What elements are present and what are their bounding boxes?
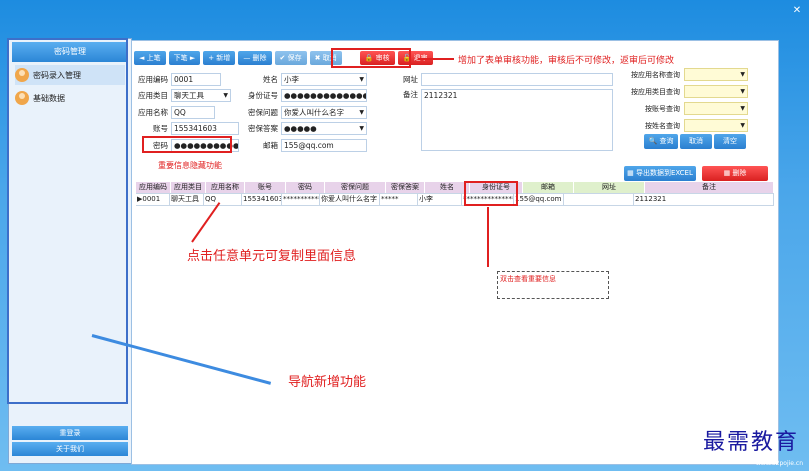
- remark-field[interactable]: 2112321: [421, 89, 613, 151]
- query-account-select[interactable]: ▼: [684, 102, 748, 115]
- query-account-label: 按账号查询: [645, 104, 680, 113]
- app-code-label: 应用编码: [138, 75, 168, 84]
- app-code-field[interactable]: 0001: [171, 73, 221, 86]
- query-clear-button[interactable]: 清空: [714, 134, 746, 149]
- search-button[interactable]: 🔍 查询: [644, 134, 678, 149]
- table-cell[interactable]: 聊天工具: [170, 194, 204, 205]
- question-select[interactable]: 你爱人叫什么名字: [281, 106, 367, 119]
- app-name-label: 应用名称: [138, 108, 168, 117]
- nav-note: 导航新增功能: [288, 375, 367, 390]
- audit-arrow: [418, 58, 454, 60]
- dblclick-arrow: [487, 207, 489, 267]
- query-name-label: 按姓名查询: [645, 121, 680, 130]
- hide-note: 重要信息隐藏功能: [158, 161, 222, 170]
- column-header[interactable]: 账号: [245, 182, 286, 193]
- column-header[interactable]: 密保答案: [386, 182, 425, 193]
- table-cell[interactable]: 2112321: [634, 194, 774, 205]
- sidebar-item-basic-data[interactable]: 基础数据: [15, 88, 125, 108]
- copy-arrow: [191, 202, 221, 243]
- main-panel: ◄ 上笔 下笔 ► + 新增 — 删除 ✔ 保存 ✖ 取消 🔒 审核 🔓 退审 …: [131, 40, 779, 465]
- table-cell[interactable]: 155341603: [242, 194, 282, 205]
- sidebar-item-label: 密码录入管理: [33, 70, 81, 80]
- question-label: 密保问题: [248, 108, 278, 117]
- query-name-select[interactable]: ▼: [684, 119, 748, 132]
- email-field[interactable]: 155@qq.com: [281, 139, 367, 152]
- column-header[interactable]: 密保问题: [325, 182, 386, 193]
- sidebar-header[interactable]: 密码管理: [12, 42, 128, 62]
- export-excel-button[interactable]: ▦ 导出数据到EXCEL: [624, 166, 696, 181]
- save-button[interactable]: ✔ 保存: [274, 51, 307, 65]
- column-header[interactable]: 邮箱: [523, 182, 574, 193]
- column-header[interactable]: 密码: [286, 182, 325, 193]
- sidebar: 密码管理 密码录入管理 基础数据 重登录 关于我们: [8, 38, 132, 464]
- remark-label: 备注: [403, 90, 418, 99]
- user-icon: [15, 91, 29, 105]
- column-header[interactable]: 网址: [574, 182, 645, 193]
- app-window: ✕ 密码管理 密码录入管理 基础数据 重登录 关于我们 ◄ 上笔 下笔 ► + …: [0, 0, 809, 471]
- name-label: 姓名: [263, 75, 278, 84]
- sidebar-item-password-entry[interactable]: 密码录入管理: [15, 65, 125, 85]
- data-grid: 应用编码 应用类目 应用名称 账号 密码 密保问题 密保答案 姓名 身份证号 邮…: [136, 182, 774, 206]
- audit-note: 增加了表单审核功能，审核后不可修改，返审后可修改: [458, 56, 675, 66]
- app-name-field[interactable]: QQ: [171, 106, 215, 119]
- table-cell[interactable]: 小李: [418, 194, 462, 205]
- query-app-name-select[interactable]: ▼: [684, 68, 748, 81]
- dblclick-note: 双击查看重要信息: [500, 275, 556, 283]
- url-field[interactable]: [421, 73, 613, 86]
- query-app-category-label: 按应用类目查询: [631, 87, 680, 96]
- column-header[interactable]: 应用类目: [171, 182, 206, 193]
- table-cell[interactable]: *****: [380, 194, 418, 205]
- table-header: 应用编码 应用类目 应用名称 账号 密码 密保问题 密保答案 姓名 身份证号 邮…: [136, 182, 774, 193]
- watermark-logo: 最需教育: [702, 430, 799, 455]
- delete-record-button[interactable]: — 删除: [238, 51, 272, 65]
- dblclick-note-box: 双击查看重要信息: [497, 271, 609, 299]
- prev-button[interactable]: ◄ 上笔: [134, 51, 166, 65]
- name-select[interactable]: 小李: [281, 73, 367, 86]
- table-cell[interactable]: 155@qq.com: [514, 194, 564, 205]
- password-highlight-box: [142, 136, 232, 153]
- add-button[interactable]: + 新增: [203, 51, 236, 65]
- delete-button[interactable]: ▦ 删除: [702, 166, 768, 181]
- user-icon: [15, 68, 29, 82]
- query-app-name-label: 按应用名称查询: [631, 70, 680, 79]
- relogin-button[interactable]: 重登录: [12, 426, 128, 440]
- sidebar-item-label: 基础数据: [33, 93, 65, 103]
- column-header[interactable]: 备注: [645, 182, 774, 193]
- answer-field[interactable]: ●●●●●: [281, 122, 367, 135]
- id-label: 身份证号: [248, 91, 278, 100]
- audit-highlight-box: [331, 48, 411, 68]
- table-cell[interactable]: [564, 194, 634, 205]
- table-cell[interactable]: ***********: [282, 194, 320, 205]
- table-cell[interactable]: ▶0001: [136, 194, 170, 205]
- table-cell[interactable]: QQ: [204, 194, 242, 205]
- answer-label: 密保答案: [248, 124, 278, 133]
- table-row[interactable]: ▶0001 聊天工具 QQ 155341603 *********** 你爱人叫…: [136, 193, 774, 206]
- account-label: 账号: [153, 124, 168, 133]
- column-header[interactable]: 应用编码: [136, 182, 171, 193]
- url-label: 网址: [403, 75, 418, 84]
- query-cancel-button[interactable]: 取消: [680, 134, 712, 149]
- account-field[interactable]: 155341603: [171, 122, 239, 135]
- app-category-select[interactable]: 聊天工具: [171, 89, 231, 102]
- copy-note: 点击任意单元可复制里面信息: [187, 249, 357, 264]
- table-cell[interactable]: 你爱人叫什么名字: [320, 194, 380, 205]
- id-column-highlight-box: [464, 181, 518, 206]
- column-header[interactable]: 应用名称: [206, 182, 245, 193]
- close-icon[interactable]: ✕: [789, 4, 805, 18]
- id-field[interactable]: ●●●●●●●●●●●●●●●●●●: [281, 89, 367, 102]
- watermark-url: www.52pojie.cn: [755, 460, 803, 467]
- app-category-label: 应用类目: [138, 91, 168, 100]
- email-label: 邮箱: [263, 141, 278, 150]
- about-button[interactable]: 关于我们: [12, 442, 128, 456]
- next-button[interactable]: 下笔 ►: [168, 51, 201, 65]
- query-app-category-select[interactable]: ▼: [684, 85, 748, 98]
